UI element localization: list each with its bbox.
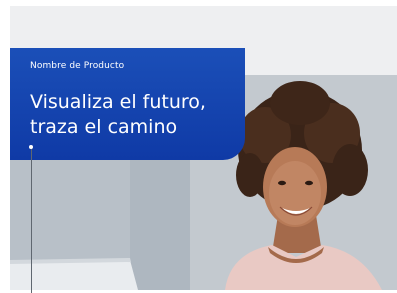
hero-banner: Nombre de Producto Visualiza el futuro, …	[0, 0, 397, 293]
headline-line-2: traza el camino	[30, 116, 178, 138]
headline-line-1: Visualiza el futuro,	[30, 91, 206, 113]
hero-title-card: Nombre de Producto Visualiza el futuro, …	[10, 48, 245, 160]
hero-headline: Visualiza el futuro, traza el camino	[30, 90, 231, 140]
product-name-label: Nombre de Producto	[30, 61, 125, 71]
callout-line	[31, 146, 32, 293]
callout-dot	[29, 145, 33, 149]
